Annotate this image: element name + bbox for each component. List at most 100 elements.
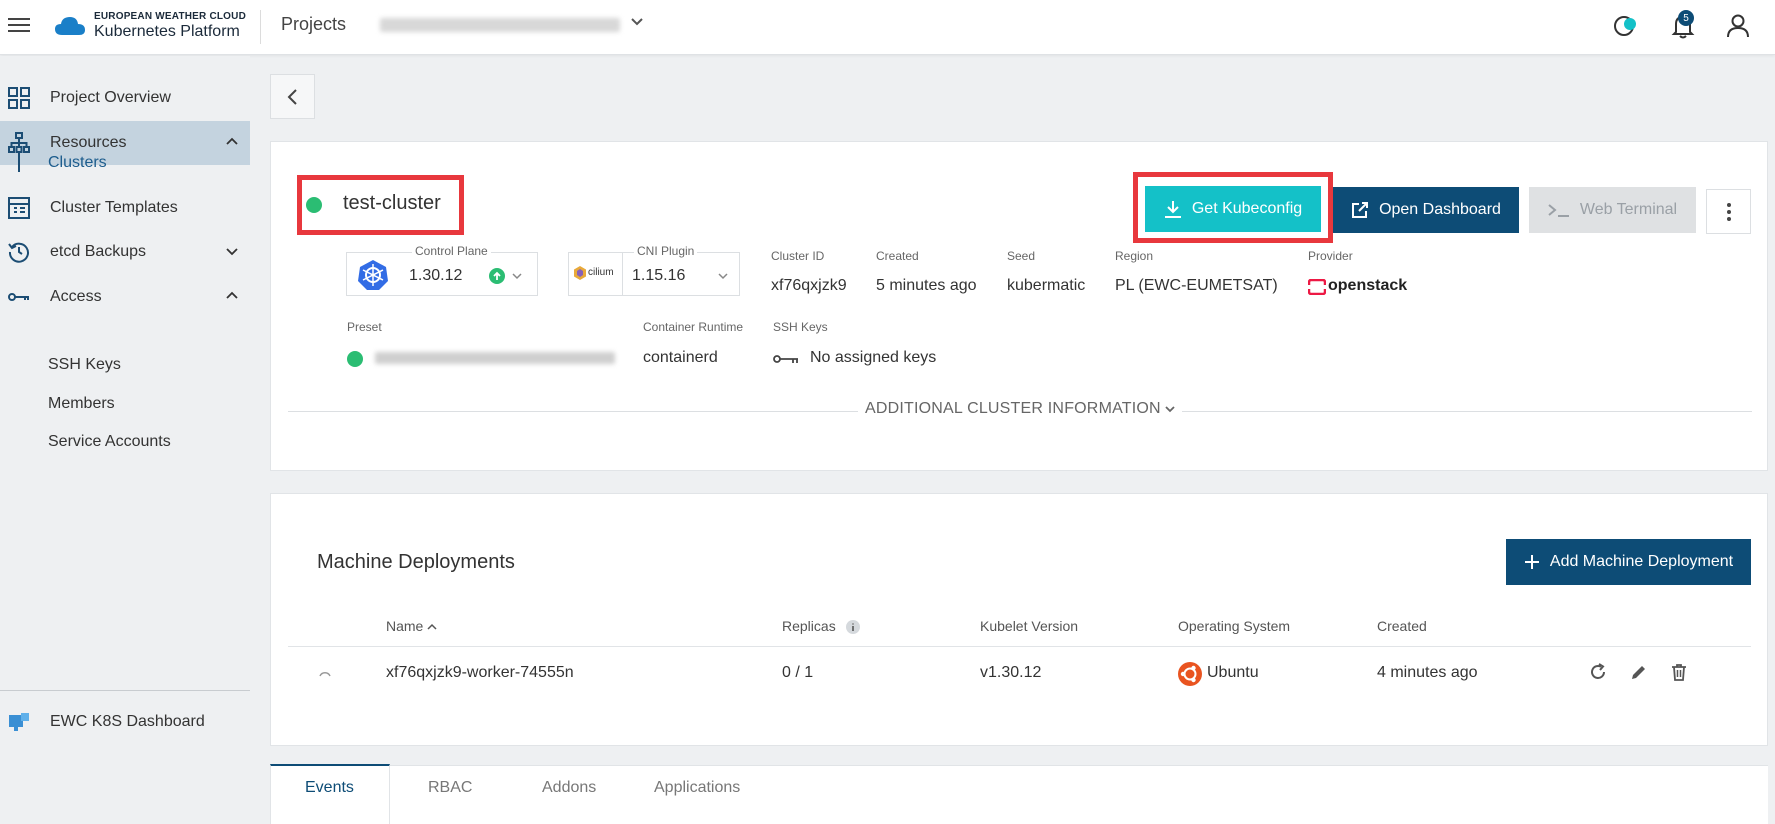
project-chevron-down-icon[interactable] [630, 14, 644, 33]
edit-icon[interactable] [1629, 662, 1649, 682]
column-header-name-label: Name [386, 618, 424, 634]
table-header-separator [288, 646, 1751, 647]
machine-deployments-title: Machine Deployments [317, 551, 515, 573]
tab-rbac[interactable]: RBAC [428, 779, 472, 797]
container-runtime-label: Container Runtime [643, 320, 744, 334]
provider-label: Provider [1308, 249, 1353, 263]
sidebar-item-label: Project Overview [50, 89, 171, 106]
region-value: PL (EWC-EUMETSAT) [1115, 277, 1278, 294]
ubuntu-icon [1178, 662, 1202, 686]
column-header-name[interactable]: Name [386, 618, 437, 634]
preset-status-dot [347, 351, 363, 367]
sidebar-item-project-overview[interactable]: Project Overview [0, 76, 250, 120]
back-button[interactable] [270, 74, 315, 119]
md-os: Ubuntu [1207, 664, 1259, 681]
cilium-logo-text: cilium [588, 267, 614, 278]
chevron-up-icon [226, 135, 238, 151]
open-dashboard-label: Open Dashboard [1379, 201, 1501, 218]
sidebar-item-label: EWC K8S Dashboard [50, 713, 205, 730]
tab-applications[interactable]: Applications [654, 779, 740, 797]
web-terminal-label: Web Terminal [1579, 201, 1678, 218]
additional-cluster-info-toggle[interactable]: ADDITIONAL CLUSTER INFORMATION [865, 400, 1176, 418]
control-plane-version: 1.30.12 [409, 267, 463, 284]
sidebar-item-resources[interactable]: Resources [0, 121, 250, 165]
preset-value [375, 352, 615, 364]
restart-icon[interactable] [1588, 662, 1608, 682]
column-header-replicas: Replicas [782, 618, 860, 635]
ssh-keys-value: No assigned keys [810, 349, 937, 366]
project-selector-value[interactable] [380, 18, 620, 32]
get-kubeconfig-button[interactable]: Get Kubeconfig [1145, 186, 1321, 232]
sidebar-item-clusters[interactable]: Clusters [48, 154, 107, 172]
add-machine-deployment-label: Add Machine Deployment [1549, 553, 1734, 570]
chevron-down-icon [718, 273, 728, 280]
chevron-up-icon [226, 289, 238, 305]
info-icon[interactable] [845, 620, 860, 635]
template-icon [8, 197, 30, 219]
logo-line2: Kubernetes Platform [94, 23, 240, 40]
plus-icon [1524, 555, 1539, 569]
web-terminal-button[interactable]: Web Terminal [1529, 187, 1696, 233]
tab-events[interactable]: Events [305, 779, 354, 797]
cloud-icon [55, 17, 85, 35]
logo-line1: EUROPEAN WEATHER CLOUD [94, 11, 246, 22]
container-runtime-value: containerd [643, 349, 718, 366]
sort-ascending-icon [427, 623, 437, 630]
cluster-status-dot [306, 197, 322, 213]
more-options-button[interactable] [1706, 189, 1751, 234]
preset-label: Preset [347, 320, 382, 334]
sidebar-item-label: etcd Backups [50, 243, 147, 260]
delete-icon[interactable] [1669, 662, 1689, 682]
sidebar: Project Overview Resources Clusters Clus… [0, 56, 250, 824]
hierarchy-icon [8, 132, 30, 153]
sidebar-item-label: Resources [50, 134, 127, 151]
region-label: Region [1115, 249, 1154, 263]
upgrade-available-icon[interactable] [489, 268, 505, 284]
additional-info-divider-left [288, 411, 858, 412]
cilium-icon [574, 266, 586, 280]
provider-value: openstack [1328, 277, 1408, 294]
open-dashboard-button[interactable]: Open Dashboard [1333, 187, 1519, 233]
sidebar-item-ewc-dashboard[interactable]: EWC K8S Dashboard [0, 700, 250, 744]
key-icon [773, 355, 798, 363]
dashboard-icon [9, 713, 29, 731]
created-value: 5 minutes ago [876, 277, 977, 294]
column-header-created: Created [1377, 618, 1427, 634]
tabs-bar [270, 765, 1768, 824]
column-header-replicas-label: Replicas [782, 618, 836, 634]
sidebar-item-access[interactable]: Access [0, 275, 250, 319]
add-machine-deployment-button[interactable]: Add Machine Deployment [1506, 539, 1751, 585]
sidebar-divider [0, 690, 250, 691]
chevron-down-icon [226, 244, 238, 260]
header-divider [260, 10, 261, 44]
md-created: 4 minutes ago [1377, 664, 1478, 681]
cni-version: 1.15.16 [632, 267, 686, 284]
history-icon [8, 242, 29, 263]
chevron-left-icon [287, 88, 297, 105]
sidebar-item-service-accounts[interactable]: Service Accounts [48, 433, 171, 451]
sidebar-item-label: Access [50, 288, 102, 305]
column-header-os: Operating System [1178, 618, 1291, 634]
additional-info-label: ADDITIONAL CLUSTER INFORMATION [865, 400, 1161, 417]
ssh-keys-label: SSH Keys [773, 320, 828, 334]
sidebar-item-ssh-keys[interactable]: SSH Keys [48, 356, 121, 374]
user-icon[interactable] [1725, 12, 1751, 43]
additional-info-divider-right [1182, 411, 1752, 412]
download-icon [1164, 201, 1181, 218]
projects-link[interactable]: Projects [281, 14, 346, 35]
theme-toggle-icon[interactable] [1612, 12, 1640, 43]
tab-addons[interactable]: Addons [542, 779, 596, 797]
open-external-icon [1352, 202, 1369, 218]
more-vert-icon [1726, 202, 1731, 221]
active-indicator [18, 152, 20, 172]
openstack-icon [1308, 279, 1326, 295]
md-name: xf76qxjzk9-worker-74555n [386, 664, 574, 681]
logo[interactable]: EUROPEAN WEATHER CLOUD Kubernetes Platfo… [54, 11, 246, 41]
chevron-down-icon [512, 273, 522, 280]
sidebar-item-cluster-templates[interactable]: Cluster Templates [0, 186, 250, 230]
menu-icon[interactable] [8, 14, 30, 36]
sidebar-item-etcd-backups[interactable]: etcd Backups [0, 230, 250, 274]
sidebar-item-members[interactable]: Members [48, 395, 115, 413]
cluster-name: test-cluster [343, 192, 441, 214]
md-replicas: 0 / 1 [782, 664, 814, 681]
